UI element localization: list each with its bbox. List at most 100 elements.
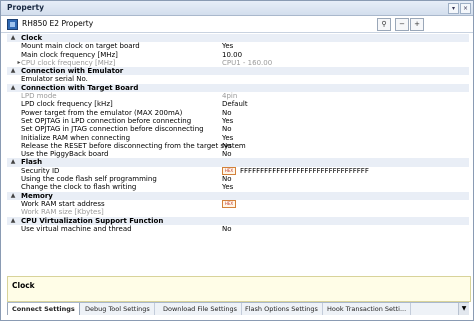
tab-flash-options-settings[interactable]: Flash Options Settings — [241, 303, 323, 315]
property-value-text: Yes — [222, 183, 234, 192]
category-row[interactable]: ▲ Flash — [7, 158, 469, 167]
category-label: Flash — [21, 158, 43, 167]
property-row[interactable]: Work RAM start address HEX — [7, 199, 469, 208]
category-row[interactable]: ▲ Connection with Emulator — [7, 67, 469, 76]
property-row[interactable]: Use the PiggyBack board No — [7, 150, 469, 158]
property-value[interactable]: 4pin — [222, 92, 237, 100]
property-value[interactable]: Yes — [222, 117, 233, 125]
property-name: Security ID — [21, 166, 60, 175]
property-value[interactable]: Yes — [222, 134, 233, 142]
title-bar: Property ▾ × — [1, 1, 473, 16]
property-row[interactable]: Initialize RAM when connecting Yes — [7, 134, 469, 142]
property-value[interactable]: No — [222, 225, 232, 233]
property-name: Change the clock to flash writing — [21, 183, 137, 192]
property-name: Mount main clock on target board — [21, 42, 140, 51]
property-name: Work RAM start address — [21, 199, 105, 208]
property-value[interactable]: No — [222, 150, 232, 158]
category-row[interactable]: ▲ Memory — [7, 191, 469, 200]
property-name: Using the code flash self programming — [21, 175, 157, 184]
collapse-icon[interactable]: ▲ — [9, 192, 17, 200]
property-row[interactable]: Work RAM size [Kbytes] — [7, 208, 469, 216]
property-name: Set OPJTAG in LPD connection before conn… — [21, 116, 192, 125]
property-value[interactable]: 10.00 — [222, 51, 242, 59]
property-value[interactable]: No — [222, 142, 232, 150]
tab-hook-transaction-setti[interactable]: Hook Transaction Setti... — [323, 303, 412, 315]
category-label: Clock — [21, 34, 43, 42]
category-label: CPU Virtualization Support Function — [21, 216, 164, 225]
property-value[interactable]: Default — [222, 100, 248, 108]
category-row[interactable]: ▲ Clock — [7, 34, 469, 43]
property-row[interactable]: Security ID HEX FFFFFFFFFFFFFFFFFFFFFFFFFF… — [7, 166, 469, 175]
window-title: Property — [7, 3, 44, 12]
collapse-icon[interactable]: ▲ — [9, 67, 17, 75]
hex-icon: HEX — [222, 166, 236, 175]
property-name: CPU clock frequency [MHz] — [21, 58, 116, 67]
property-name: Main clock frequency [MHz] — [21, 50, 118, 59]
property-row[interactable]: Main clock frequency [MHz] 10.00 — [7, 51, 469, 59]
property-value[interactable]: No — [222, 125, 232, 133]
property-value-text: No — [222, 224, 232, 233]
property-row[interactable]: Set OPJTAG in JTAG connection before dis… — [7, 125, 469, 133]
collapse-icon[interactable]: ▲ — [9, 217, 17, 225]
category-label: Connection with Emulator — [21, 67, 124, 76]
property-row[interactable]: Release the RESET before disconnecting f… — [7, 142, 469, 150]
property-value[interactable]: Yes — [222, 183, 233, 191]
property-value-text: No — [222, 175, 232, 184]
property-value[interactable]: CPU1 - 160.00 — [222, 59, 272, 67]
property-value-text: 4pin — [222, 92, 238, 101]
property-value-text: CPU1 - 160.00 — [222, 58, 273, 67]
tab-bar: Hook Transaction Setti... Flash Options S… — [7, 302, 469, 315]
expand-all-button[interactable]: + — [410, 18, 424, 31]
search-icon[interactable]: ⚲ — [377, 18, 391, 31]
toolbar: RH850 E2 Property ⚲ − + — [1, 16, 473, 33]
property-row[interactable]: Set OPJTAG in LPD connection before conn… — [7, 117, 469, 125]
device-icon — [7, 19, 18, 30]
collapse-all-button[interactable]: − — [395, 18, 409, 31]
property-value-text: Yes — [222, 116, 234, 125]
property-name: LPD mode — [21, 92, 57, 101]
property-value[interactable]: HEX FFFFFFFFFFFFFFFFFFFFFFFFFFFFFFFF — [222, 166, 369, 175]
property-name: Work RAM size [Kbytes] — [21, 208, 104, 217]
property-row[interactable]: Change the clock to flash writing Yes — [7, 183, 469, 191]
collapse-icon[interactable]: ▲ — [9, 84, 17, 92]
tab-connect-settings[interactable]: Connect Settings — [7, 303, 80, 315]
category-row[interactable]: ▲ Connection with Target Board — [7, 83, 469, 93]
tab-scroll-icon[interactable]: ▼ — [458, 303, 469, 315]
close-icon[interactable]: × — [460, 3, 471, 14]
property-value[interactable]: HEX — [222, 199, 240, 208]
collapse-icon[interactable]: ▲ — [9, 34, 17, 42]
property-row[interactable]: ▸ CPU clock frequency [MHz] CPU1 - 160.00 — [7, 59, 469, 67]
hex-icon: HEX — [222, 199, 236, 208]
pin-icon[interactable]: ▾ — [448, 3, 459, 14]
property-row[interactable]: Power target from the emulator (MAX 200m… — [7, 109, 469, 117]
tab-debug-tool-settings[interactable]: Debug Tool Settings — [81, 303, 155, 315]
collapse-icon[interactable]: ▲ — [9, 158, 17, 166]
category-label: Connection with Target Board — [21, 83, 139, 92]
property-value[interactable]: Yes — [222, 42, 233, 50]
property-row[interactable]: LPD clock frequency [kHz] Default — [7, 100, 469, 108]
property-value-text: Default — [222, 100, 248, 109]
property-value-text: Yes — [222, 133, 234, 142]
property-row[interactable]: Emulator serial No. — [7, 75, 469, 83]
property-value-text: No — [222, 141, 232, 150]
property-value[interactable]: No — [222, 175, 232, 183]
property-name: Use the PiggyBack board — [21, 150, 109, 159]
property-name: Release the RESET before disconnecting f… — [21, 141, 246, 150]
property-value[interactable]: No — [222, 109, 232, 117]
property-row[interactable]: Use virtual machine and thread No — [7, 225, 469, 233]
property-row[interactable]: Using the code flash self programming No — [7, 175, 469, 183]
property-name: Power target from the emulator (MAX 200m… — [21, 108, 183, 117]
property-panel: Property ▾ × RH850 E2 Property ⚲ − + ▲ Cl… — [0, 0, 474, 321]
property-name: Initialize RAM when connecting — [21, 133, 131, 142]
property-grid: ▲ Clock Mount main clock on target board Ye… — [7, 34, 469, 264]
property-row[interactable]: Mount main clock on target board Yes — [7, 42, 469, 50]
device-name: RH850 E2 Property — [22, 19, 94, 28]
property-value-text: FFFFFFFFFFFFFFFFFFFFFFFFFFFFFFFF — [240, 166, 369, 175]
property-value-text: 10.00 — [222, 50, 243, 59]
property-value-text: No — [222, 108, 232, 117]
category-row[interactable]: ▲ CPU Virtualization Support Function — [7, 216, 469, 225]
property-name: Use virtual machine and thread — [21, 224, 132, 233]
property-name: Set OPJTAG in JTAG connection before dis… — [21, 125, 204, 134]
property-row[interactable]: LPD mode 4pin — [7, 92, 469, 100]
tab-download-file-settings[interactable]: Download File Settings — [159, 303, 242, 315]
